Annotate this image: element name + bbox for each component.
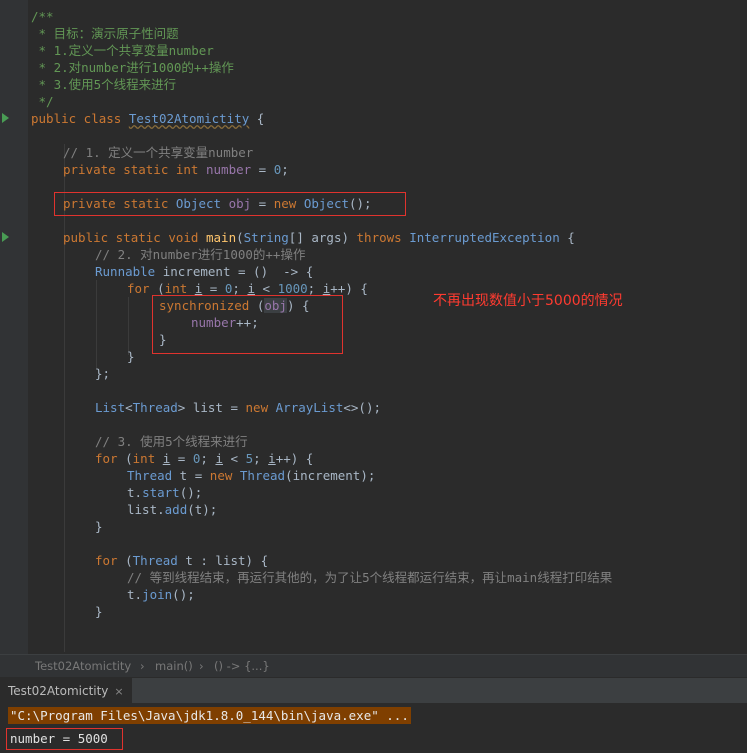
comment-2: // 2. 对number进行1000的++操作	[95, 247, 306, 262]
breadcrumb-separator: ›	[199, 659, 204, 673]
breadcrumb: Test02Atomictity › main() › () -> {...}	[0, 654, 747, 677]
breadcrumb-method[interactable]: main()	[155, 655, 193, 677]
doc-comment-line: * 1.定义一个共享变量number	[31, 43, 214, 58]
obj-declaration-highlight	[54, 192, 406, 216]
main-method-signature: public static void main(String[] args) t…	[63, 230, 575, 245]
for-loop-5: for (int i = 0; i < 5; i++) {	[95, 451, 314, 466]
doc-comment-line: */	[31, 94, 54, 109]
output-highlight	[6, 728, 123, 750]
indent-guide	[128, 297, 129, 355]
close-icon[interactable]: ×	[114, 685, 123, 698]
number-field-declaration: private static int number = 0;	[63, 162, 289, 177]
closing-brace: }	[95, 519, 103, 534]
annotation-note: 不再出现数值小于5000的情况	[433, 293, 623, 309]
closing-brace: }	[127, 349, 135, 364]
console-command-line: "C:\Program Files\Java\jdk1.8.0_144\bin\…	[8, 707, 411, 724]
class-declaration: public class Test02Atomictity {	[31, 111, 265, 126]
synchronized-highlight	[152, 295, 343, 354]
thread-join: t.join();	[127, 587, 195, 602]
run-tab[interactable]: Test02Atomictity ×	[0, 678, 132, 704]
list-add: list.add(t);	[127, 502, 218, 517]
run-main-icon[interactable]	[2, 232, 9, 242]
runnable-declaration: Runnable increment = () -> {	[95, 264, 314, 279]
code-editor[interactable]: /** * 目标：演示原子性问题 * 1.定义一个共享变量number * 2.…	[0, 0, 747, 654]
for-each-join: for (Thread t : list) {	[95, 553, 269, 568]
run-class-icon[interactable]	[2, 113, 9, 123]
indent-guide	[96, 280, 97, 370]
breadcrumb-separator: ›	[140, 659, 145, 673]
doc-comment-line: * 3.使用5个线程来进行	[31, 77, 177, 92]
breadcrumb-class[interactable]: Test02Atomictity	[35, 655, 131, 677]
thread-start: t.start();	[127, 485, 203, 500]
thread-creation: Thread t = new Thread(increment);	[127, 468, 376, 483]
doc-comment-line: * 目标：演示原子性问题	[31, 26, 179, 41]
comment-4: // 等到线程结束，再运行其他的，为了让5个线程都运行结束，再让main线程打印…	[127, 570, 613, 585]
doc-comment-line: * 2.对number进行1000的++操作	[31, 60, 234, 75]
doc-comment-line: /**	[31, 9, 54, 24]
comment-3: // 3. 使用5个线程来进行	[95, 434, 248, 449]
closing-brace: }	[95, 604, 103, 619]
closing-brace: };	[95, 366, 111, 381]
run-tool-window-tabs: Test02Atomictity ×	[0, 677, 747, 704]
list-declaration: List<Thread> list = new ArrayList<>();	[95, 400, 382, 415]
editor-gutter	[0, 0, 28, 654]
comment-1: // 1. 定义一个共享变量number	[63, 145, 254, 160]
console-output[interactable]: "C:\Program Files\Java\jdk1.8.0_144\bin\…	[0, 703, 747, 753]
breadcrumb-lambda[interactable]: () -> {...}	[214, 655, 270, 677]
class-name[interactable]: Test02Atomictity	[129, 111, 249, 126]
indent-guide	[64, 144, 65, 652]
